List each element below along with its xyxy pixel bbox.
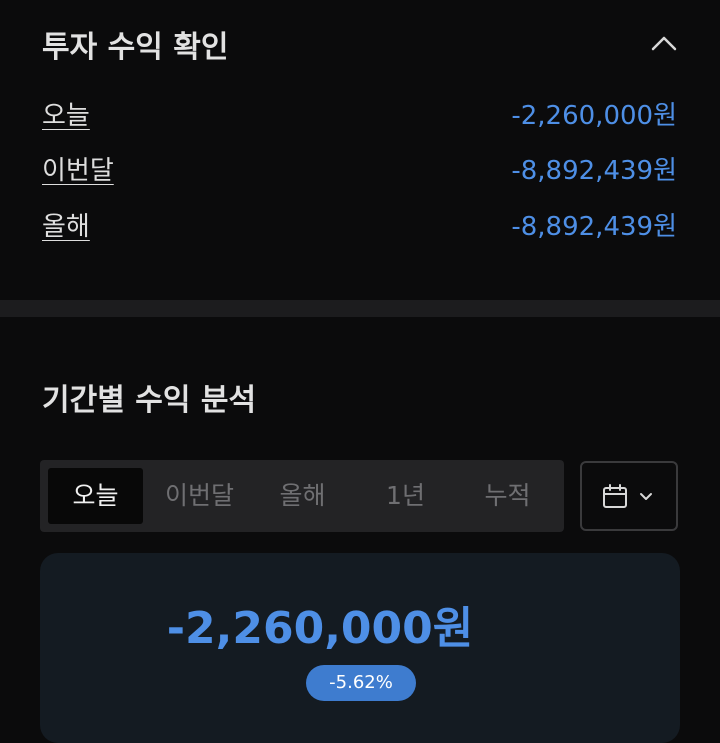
row-value-today: -2,260,000원 xyxy=(511,101,677,131)
calendar-icon xyxy=(603,484,627,508)
tab-this-month[interactable]: 이번달 xyxy=(152,468,247,524)
section-divider xyxy=(0,300,720,317)
tab-one-year[interactable]: 1년 xyxy=(358,468,453,524)
chevron-down-icon xyxy=(640,493,652,500)
tab-cumulative[interactable]: 누적 xyxy=(460,468,555,524)
calendar-picker-button[interactable] xyxy=(580,461,678,531)
period-tabs: 오늘 이번달 올해 1년 누적 xyxy=(40,460,564,532)
row-label-this-year[interactable]: 올해 xyxy=(42,206,90,243)
tab-this-year[interactable]: 올해 xyxy=(255,468,350,524)
chevron-up-icon[interactable] xyxy=(650,30,678,58)
profit-percent-badge: -5.62% xyxy=(306,665,416,701)
row-label-this-month[interactable]: 이번달 xyxy=(42,150,114,187)
row-value-this-year: -8,892,439원 xyxy=(511,212,677,242)
profit-check-title: 투자 수익 확인 xyxy=(42,30,229,65)
period-analysis-title: 기간별 수익 분석 xyxy=(42,383,257,418)
row-value-this-month: -8,892,439원 xyxy=(511,156,677,186)
period-profit-amount: -2,260,000원 xyxy=(166,603,474,654)
tab-today[interactable]: 오늘 xyxy=(48,468,143,524)
row-label-today[interactable]: 오늘 xyxy=(42,95,90,132)
